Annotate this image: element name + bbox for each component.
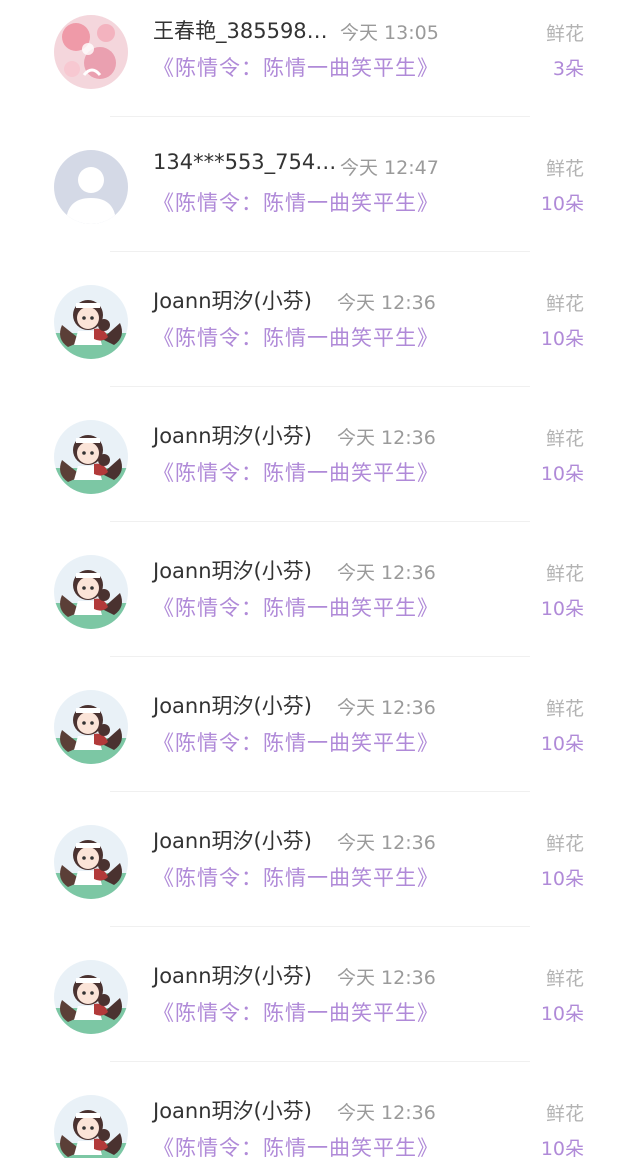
gift-record-list: 王春艳_385598… 今天 13:05 《陈情令：陈情一曲笑平生》 鲜花 3朵 134… [0, 0, 640, 1158]
user-name[interactable]: 王春艳_385598… [153, 15, 328, 45]
user-avatar[interactable] [54, 825, 128, 899]
gift-time: 今天 12:36 [337, 1102, 436, 1124]
gift-time: 今天 13:05 [340, 22, 439, 44]
gift-type: 鲜花 [545, 158, 584, 180]
gift-record-item[interactable]: Joann玥汐(小芬) 今天 12:36 《陈情令：陈情一曲笑平生》 鲜花 10朵 [0, 252, 640, 387]
book-title-link[interactable]: 《陈情令：陈情一曲笑平生》 [153, 727, 439, 757]
gift-type: 鲜花 [545, 1103, 584, 1125]
gift-time: 今天 12:36 [337, 697, 436, 719]
gift-record-item[interactable]: Joann玥汐(小芬) 今天 12:36 《陈情令：陈情一曲笑平生》 鲜花 10朵 [0, 792, 640, 927]
book-title-link[interactable]: 《陈情令：陈情一曲笑平生》 [153, 322, 439, 352]
book-title-link[interactable]: 《陈情令：陈情一曲笑平生》 [153, 457, 439, 487]
gift-count: 10朵 [540, 868, 584, 890]
book-title-link[interactable]: 《陈情令：陈情一曲笑平生》 [153, 862, 439, 892]
gift-record-item[interactable]: Joann玥汐(小芬) 今天 12:36 《陈情令：陈情一曲笑平生》 鲜花 10朵 [0, 1062, 640, 1158]
gift-time: 今天 12:36 [337, 292, 436, 314]
user-avatar[interactable] [54, 150, 128, 224]
gift-type: 鲜花 [545, 968, 584, 990]
user-avatar[interactable] [54, 15, 128, 89]
gift-record-item[interactable]: 王春艳_385598… 今天 13:05 《陈情令：陈情一曲笑平生》 鲜花 3朵 [0, 0, 640, 117]
user-avatar[interactable] [54, 690, 128, 764]
book-title-link[interactable]: 《陈情令：陈情一曲笑平生》 [153, 592, 439, 622]
user-name[interactable]: Joann玥汐(小芬) [153, 420, 312, 450]
gift-count: 3朵 [552, 58, 584, 80]
gift-type: 鲜花 [545, 293, 584, 315]
gift-count: 10朵 [540, 1003, 584, 1025]
gift-type: 鲜花 [545, 23, 584, 45]
gift-time: 今天 12:36 [337, 967, 436, 989]
gift-type: 鲜花 [545, 428, 584, 450]
user-avatar[interactable] [54, 555, 128, 629]
user-avatar[interactable] [54, 420, 128, 494]
gift-count: 10朵 [540, 598, 584, 620]
gift-record-item[interactable]: Joann玥汐(小芬) 今天 12:36 《陈情令：陈情一曲笑平生》 鲜花 10朵 [0, 522, 640, 657]
gift-time: 今天 12:36 [337, 427, 436, 449]
gift-type: 鲜花 [545, 563, 584, 585]
user-name[interactable]: Joann玥汐(小芬) [153, 960, 312, 990]
gift-count: 10朵 [540, 463, 584, 485]
user-name[interactable]: Joann玥汐(小芬) [153, 825, 312, 855]
user-name[interactable]: Joann玥汐(小芬) [153, 285, 312, 315]
gift-record-item[interactable]: Joann玥汐(小芬) 今天 12:36 《陈情令：陈情一曲笑平生》 鲜花 10朵 [0, 387, 640, 522]
user-name[interactable]: Joann玥汐(小芬) [153, 1095, 312, 1125]
user-name[interactable]: 134***553_754… [153, 150, 336, 174]
user-name[interactable]: Joann玥汐(小芬) [153, 555, 312, 585]
gift-record-item[interactable]: Joann玥汐(小芬) 今天 12:36 《陈情令：陈情一曲笑平生》 鲜花 10朵 [0, 657, 640, 792]
gift-time: 今天 12:36 [337, 562, 436, 584]
gift-count: 10朵 [540, 193, 584, 215]
book-title-link[interactable]: 《陈情令：陈情一曲笑平生》 [153, 997, 439, 1027]
user-avatar[interactable] [54, 1095, 128, 1158]
book-title-link[interactable]: 《陈情令：陈情一曲笑平生》 [153, 52, 439, 82]
book-title-link[interactable]: 《陈情令：陈情一曲笑平生》 [153, 187, 439, 217]
user-avatar[interactable] [54, 960, 128, 1034]
gift-type: 鲜花 [545, 833, 584, 855]
book-title-link[interactable]: 《陈情令：陈情一曲笑平生》 [153, 1132, 439, 1158]
gift-time: 今天 12:36 [337, 832, 436, 854]
gift-count: 10朵 [540, 1138, 584, 1158]
gift-record-item[interactable]: Joann玥汐(小芬) 今天 12:36 《陈情令：陈情一曲笑平生》 鲜花 10朵 [0, 927, 640, 1062]
gift-count: 10朵 [540, 328, 584, 350]
gift-type: 鲜花 [545, 698, 584, 720]
user-name[interactable]: Joann玥汐(小芬) [153, 690, 312, 720]
gift-time: 今天 12:47 [340, 157, 439, 179]
user-avatar[interactable] [54, 285, 128, 359]
gift-record-item[interactable]: 134***553_754… 今天 12:47 《陈情令：陈情一曲笑平生》 鲜花 10朵 [0, 117, 640, 252]
gift-count: 10朵 [540, 733, 584, 755]
